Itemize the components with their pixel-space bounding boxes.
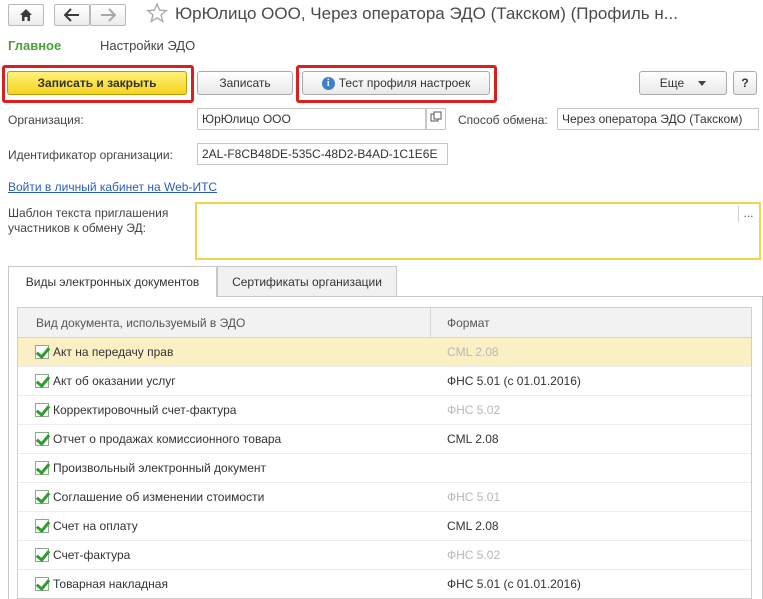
format-cell[interactable]: ФНС 5.02 xyxy=(431,403,500,417)
row-checkbox[interactable] xyxy=(35,548,49,562)
format-cell[interactable]: ФНС 5.01 (с 01.01.2016) xyxy=(431,577,581,591)
document-type-cell: Отчет о продажах комиссионного товара xyxy=(18,432,431,446)
table-row[interactable]: Акт на передачу прав CML 2.08 xyxy=(18,338,751,367)
home-button[interactable] xyxy=(8,4,44,26)
row-checkbox[interactable] xyxy=(35,374,49,388)
table-header: Вид документа, используемый в ЭДО Формат xyxy=(18,308,751,338)
document-type-name: Акт об оказании услуг xyxy=(53,374,176,388)
table-row[interactable]: Акт об оказании услуг ФНС 5.01 (с 01.01.2… xyxy=(18,367,751,396)
row-checkbox[interactable] xyxy=(35,490,49,504)
arrow-right-icon xyxy=(101,8,116,22)
back-button[interactable] xyxy=(54,4,90,26)
document-type-name: Отчет о продажах комиссионного товара xyxy=(53,432,282,446)
open-icon xyxy=(430,111,442,122)
document-type-cell: Корректировочный счет-фактура xyxy=(18,403,431,417)
invitation-template-select-button[interactable]: ... xyxy=(738,206,758,222)
document-type-name: Произвольный электронный документ xyxy=(53,461,267,475)
tab-main[interactable]: Главное xyxy=(8,38,61,53)
table-row[interactable]: Счет на оплату CML 2.08 xyxy=(18,512,751,541)
table-row[interactable]: Отчет о продажах комиссионного товара CML… xyxy=(18,425,751,454)
invitation-template-label-line2: участников к обмену ЭД: xyxy=(8,221,146,235)
table-row[interactable]: Счет-фактура ФНС 5.02 xyxy=(18,541,751,570)
favorite-star-icon[interactable] xyxy=(146,2,170,26)
chevron-down-icon xyxy=(698,80,707,86)
window-title: ЮрЮлицо ООО, Через оператора ЭДО (Такско… xyxy=(175,4,678,23)
row-checkbox[interactable] xyxy=(35,519,49,533)
row-checkbox[interactable] xyxy=(35,461,49,475)
invitation-template-label-line1: Шаблон текста приглашения xyxy=(8,206,169,220)
document-types-table: Вид документа, используемый в ЭДО Формат… xyxy=(17,307,752,599)
info-icon: i xyxy=(321,76,335,90)
forward-button[interactable] xyxy=(90,4,126,26)
table-body: Акт на передачу прав CML 2.08 Акт об оказа… xyxy=(18,338,751,598)
column-header-document-type[interactable]: Вид документа, используемый в ЭДО xyxy=(18,308,431,337)
row-checkbox[interactable] xyxy=(35,403,49,417)
document-type-name: Акт на передачу прав xyxy=(53,345,174,359)
invitation-template-textarea[interactable] xyxy=(195,202,761,260)
document-type-cell: Товарная накладная xyxy=(18,577,431,591)
tab-organization-certificates[interactable]: Сертификаты организации xyxy=(217,266,397,296)
tab-edo-settings[interactable]: Настройки ЭДО xyxy=(100,38,195,53)
row-checkbox[interactable] xyxy=(35,577,49,591)
test-profile-label: Тест профиля настроек xyxy=(338,76,471,90)
table-row[interactable]: Соглашение об изменении стоимости ФНС 5.0… xyxy=(18,483,751,512)
format-cell[interactable]: ФНС 5.01 (с 01.01.2016) xyxy=(431,374,581,388)
exchange-method-label: Способ обмена: xyxy=(458,113,548,127)
format-cell[interactable]: CML 2.08 xyxy=(431,432,499,446)
document-type-cell: Соглашение об изменении стоимости xyxy=(18,490,431,504)
table-row[interactable]: Произвольный электронный документ xyxy=(18,454,751,483)
document-type-name: Корректировочный счет-фактура xyxy=(53,403,237,417)
arrow-left-icon xyxy=(64,8,79,22)
document-type-cell: Акт на передачу прав xyxy=(18,345,431,359)
document-type-cell: Произвольный электронный документ xyxy=(18,461,431,475)
column-header-format[interactable]: Формат xyxy=(431,316,490,330)
home-icon xyxy=(20,9,32,21)
save-button[interactable]: Записать xyxy=(197,71,293,95)
format-cell[interactable]: ФНС 5.02 xyxy=(431,548,500,562)
organization-label: Организация: xyxy=(8,113,84,127)
document-type-cell: Акт об оказании услуг xyxy=(18,374,431,388)
organization-id-field[interactable]: 2AL-F8CB48DE-535C-48D2-B4AD-1C1E6E xyxy=(197,143,448,165)
more-menu-button[interactable]: Еще xyxy=(639,71,727,95)
format-cell[interactable]: ФНС 5.01 xyxy=(431,490,500,504)
exchange-method-field[interactable]: Через оператора ЭДО (Такском) xyxy=(557,108,759,130)
tab-document-types[interactable]: Виды электронных документов xyxy=(8,266,217,297)
help-button[interactable]: ? xyxy=(733,71,757,95)
test-profile-button[interactable]: i Тест профиля настроек xyxy=(302,71,490,95)
open-organization-button[interactable] xyxy=(426,108,446,130)
document-type-name: Товарная накладная xyxy=(53,577,168,591)
row-checkbox[interactable] xyxy=(35,432,49,446)
format-cell[interactable]: CML 2.08 xyxy=(431,519,499,533)
row-checkbox[interactable] xyxy=(35,345,49,359)
document-type-cell: Счет на оплату xyxy=(18,519,431,533)
document-type-name: Счет на оплату xyxy=(53,519,138,533)
document-type-cell: Счет-фактура xyxy=(18,548,431,562)
table-row[interactable]: Корректировочный счет-фактура ФНС 5.02 xyxy=(18,396,751,425)
more-label: Еще xyxy=(659,76,685,90)
organization-id-label: Идентификатор организации: xyxy=(8,148,173,162)
format-cell[interactable]: CML 2.08 xyxy=(431,345,499,359)
document-type-name: Счет-фактура xyxy=(53,548,131,562)
web-its-cabinet-link[interactable]: Войти в личный кабинет на Web-ИТС xyxy=(8,180,217,194)
document-type-name: Соглашение об изменении стоимости xyxy=(53,490,265,504)
save-and-close-button[interactable]: Записать и закрыть xyxy=(7,71,187,95)
organization-field[interactable]: ЮрЮлицо ООО xyxy=(197,108,426,130)
table-row[interactable]: Товарная накладная ФНС 5.01 (с 01.01.2016… xyxy=(18,570,751,598)
